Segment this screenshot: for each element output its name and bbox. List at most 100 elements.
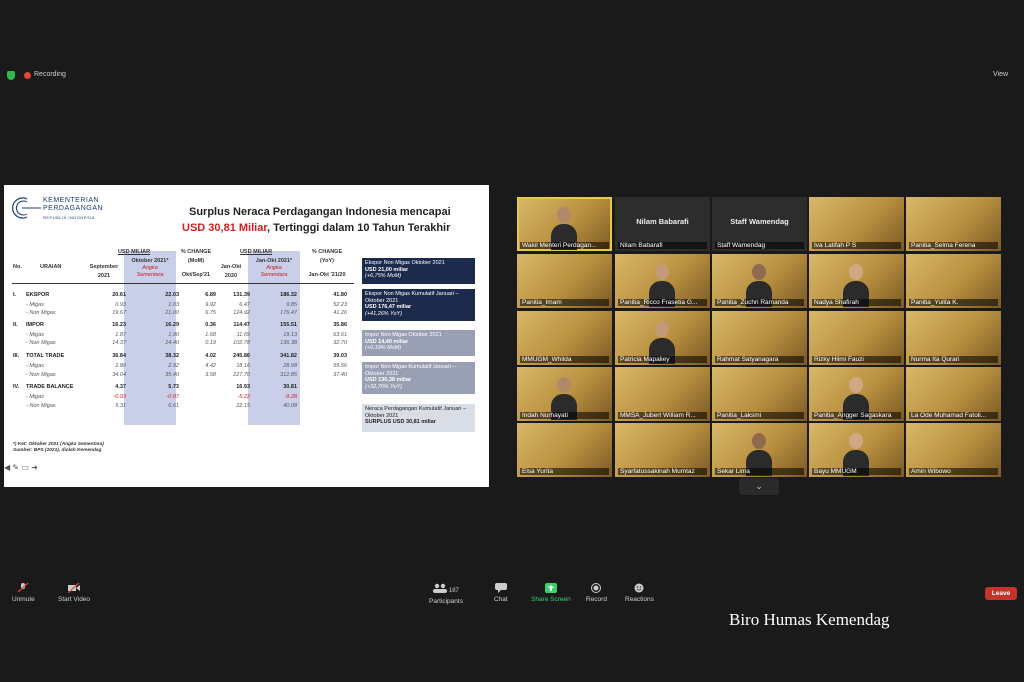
gallery-next-page-button[interactable]: ⌄ — [739, 478, 779, 495]
table-cell-c5: 312.85 — [280, 372, 297, 378]
table-cell-c3: 0.36 — [205, 322, 216, 328]
participant-tile[interactable]: Panitia_Laksmi — [712, 367, 807, 421]
hdr-september: September — [89, 264, 119, 270]
table-cell-c5: -9.28 — [284, 394, 297, 400]
participant-name: Iva Latifah P S — [812, 242, 901, 249]
participant-tile[interactable]: Wakil Menteri Perdagan... — [517, 197, 612, 251]
participant-tile[interactable]: Staff Wamendag Staff Wamendag — [712, 197, 807, 251]
table-cell-c1: 20.61 — [112, 292, 126, 298]
hdr-janokt-2021: Jan-Okt 2021* — [255, 258, 293, 264]
back-arrow-icon[interactable]: ◀ — [4, 463, 10, 472]
slide-subtitle: USD 30,81 Miliar, Tertinggi dalam 10 Tah… — [182, 222, 451, 234]
participant-video — [649, 321, 675, 364]
table-row: - Non Migas 34.04 35.40 3.58 227.70 312.85 37.… — [4, 372, 364, 380]
security-shield-icon[interactable] — [7, 71, 15, 80]
leave-button[interactable]: Leave — [985, 587, 1017, 600]
participant-tile[interactable]: Bayu MMUGM — [809, 423, 904, 477]
org-subname: REPUBLIK INDONESIA — [43, 215, 95, 220]
participant-tile[interactable]: Elsa Yurita — [517, 423, 612, 477]
pen-icon[interactable]: ✎ — [12, 463, 19, 472]
chevron-down-icon: ⌄ — [755, 481, 763, 491]
table-row: - Migas -0.93 -0.87 -5.22 -9.28 — [4, 394, 364, 402]
table-cell-no: IV. — [13, 384, 20, 390]
participant-tile[interactable]: Panitia_Imam — [517, 254, 612, 308]
participant-name: Nurma Ita Qurari — [909, 356, 998, 363]
participant-name: MMSA_Jubert William R... — [618, 412, 707, 419]
chat-icon — [494, 583, 507, 593]
participant-video — [649, 264, 675, 307]
participant-tile[interactable]: Indah Nurhayati — [517, 367, 612, 421]
participants-button[interactable]: 187 Participants — [429, 583, 463, 605]
participant-tile[interactable]: Panitia_Selma Ferena — [906, 197, 1001, 251]
participant-tile[interactable]: Amin Wibowo — [906, 423, 1001, 477]
participant-tile[interactable]: Nilam Babarafi Nilam Babarafi — [615, 197, 710, 251]
participant-video — [843, 433, 869, 476]
table-cell-c5: 9.85 — [286, 302, 297, 308]
participant-name: Panitia_Selma Ferena — [909, 242, 998, 249]
participant-tile[interactable]: Sekar Lima — [712, 423, 807, 477]
participant-count: 187 — [448, 588, 459, 594]
participant-tile[interactable]: MMUGM_Whilda — [517, 311, 612, 365]
participant-tile[interactable]: Panitia_Yulita K. — [906, 254, 1001, 308]
hdr-janokt-2020: Jan-Okt — [220, 264, 242, 270]
table-cell-c1: 0.93 — [115, 302, 126, 308]
participant-tile[interactable]: Patricia Mapaliey — [615, 311, 710, 365]
hdr-sementara-2: Sementara — [260, 272, 288, 278]
recording-label: Recording — [34, 71, 66, 78]
participant-tile[interactable]: Rizky Hilmi Fauzi — [809, 311, 904, 365]
table-cell-c6: 37.40 — [333, 372, 347, 378]
table-cell-c6: 35.86 — [333, 322, 347, 328]
forward-arrow-icon[interactable]: ➜ — [31, 463, 38, 472]
record-icon — [591, 583, 602, 593]
screen-icon[interactable]: ▭ — [21, 463, 29, 472]
table-cell-no: III. — [13, 353, 20, 359]
participant-tile[interactable]: Nadya Shafirah — [809, 254, 904, 308]
table-cell-c4: 245.86 — [233, 353, 250, 359]
participant-tile[interactable]: MMSA_Jubert William R... — [615, 367, 710, 421]
share-screen-button[interactable]: Share Screen — [531, 583, 571, 603]
chat-button[interactable]: Chat — [494, 583, 508, 603]
table-cell-c4: 11.69 — [236, 332, 250, 338]
hdr-oktober: Oktober 2021* — [131, 258, 169, 264]
participant-tile[interactable]: Iva Latifah P S — [809, 197, 904, 251]
reactions-button[interactable]: Reactions — [625, 583, 654, 603]
table-cell-c6: 63.61 — [333, 332, 347, 338]
participant-tile[interactable]: Panitia_Zuchri Ramanda — [712, 254, 807, 308]
table-row: - Migas 0.93 1.03 9.92 6.47 9.85 52.23 — [4, 302, 364, 310]
table-cell-c6: 52.23 — [333, 302, 347, 308]
participant-tile[interactable]: La Ode Muhamad Fatoli... — [906, 367, 1001, 421]
table-cell-c4: 16.93 — [236, 384, 250, 390]
table-row: - Migas 2.80 2.92 4.42 18.16 28.98 59.56 — [4, 363, 364, 371]
table-row: - Non Migas 14.37 14.40 0.19 102.78 136.38 32.… — [4, 340, 364, 348]
table-cell-c3: 4.02 — [205, 353, 216, 359]
participant-tile[interactable]: Panitia_Angger Sagaskara — [809, 367, 904, 421]
participant-tile[interactable]: Nurma Ita Qurari — [906, 311, 1001, 365]
start-video-button[interactable]: Start Video — [58, 583, 90, 603]
hdr-okt-sep: Okt/Sep'21 — [181, 272, 211, 278]
table-cell-c4: 22.15 — [236, 403, 250, 409]
view-button[interactable]: View — [993, 71, 1008, 78]
participant-tile[interactable]: Panitia_Ricco Frasetia G... — [615, 254, 710, 308]
participant-name: Syarfatussakinah Mumtaz — [618, 468, 707, 475]
table-cell-c4: -5.22 — [237, 394, 250, 400]
participant-name: Amin Wibowo — [909, 468, 998, 475]
unmute-button[interactable]: Unmute — [12, 583, 35, 603]
hdr-janokt-2020-year: 2020 — [224, 273, 238, 279]
table-row: II. IMPOR 16.23 16.29 0.36 114.47 155.51 35.86 — [4, 322, 364, 330]
annotation-toolbar[interactable]: ◀ ✎ ▭ ➜ — [4, 463, 38, 472]
muted-mic-icon — [17, 583, 29, 593]
participant-tile[interactable]: Rahmat Satyanagara — [712, 311, 807, 365]
table-cell-lb: TOTAL TRADE — [26, 353, 65, 359]
table-cell-c2: -0.87 — [166, 394, 179, 400]
info-box-impor-okt: Impor Non Migas Oktober 2021 USD 14,40 mi… — [362, 330, 475, 356]
table-cell-c6: 59.56 — [333, 363, 347, 369]
table-cell-lb: - Migas — [26, 302, 45, 308]
record-button[interactable]: Record — [586, 583, 607, 603]
table-header-line — [12, 283, 354, 284]
table-cell-c3: 6.75 — [205, 310, 216, 316]
participant-name: Indah Nurhayati — [520, 412, 609, 419]
participant-video — [746, 433, 772, 476]
table-cell-no: II. — [13, 322, 18, 328]
participant-tile[interactable]: Syarfatussakinah Mumtaz — [615, 423, 710, 477]
participant-name: Staff Wamendag — [715, 242, 804, 249]
